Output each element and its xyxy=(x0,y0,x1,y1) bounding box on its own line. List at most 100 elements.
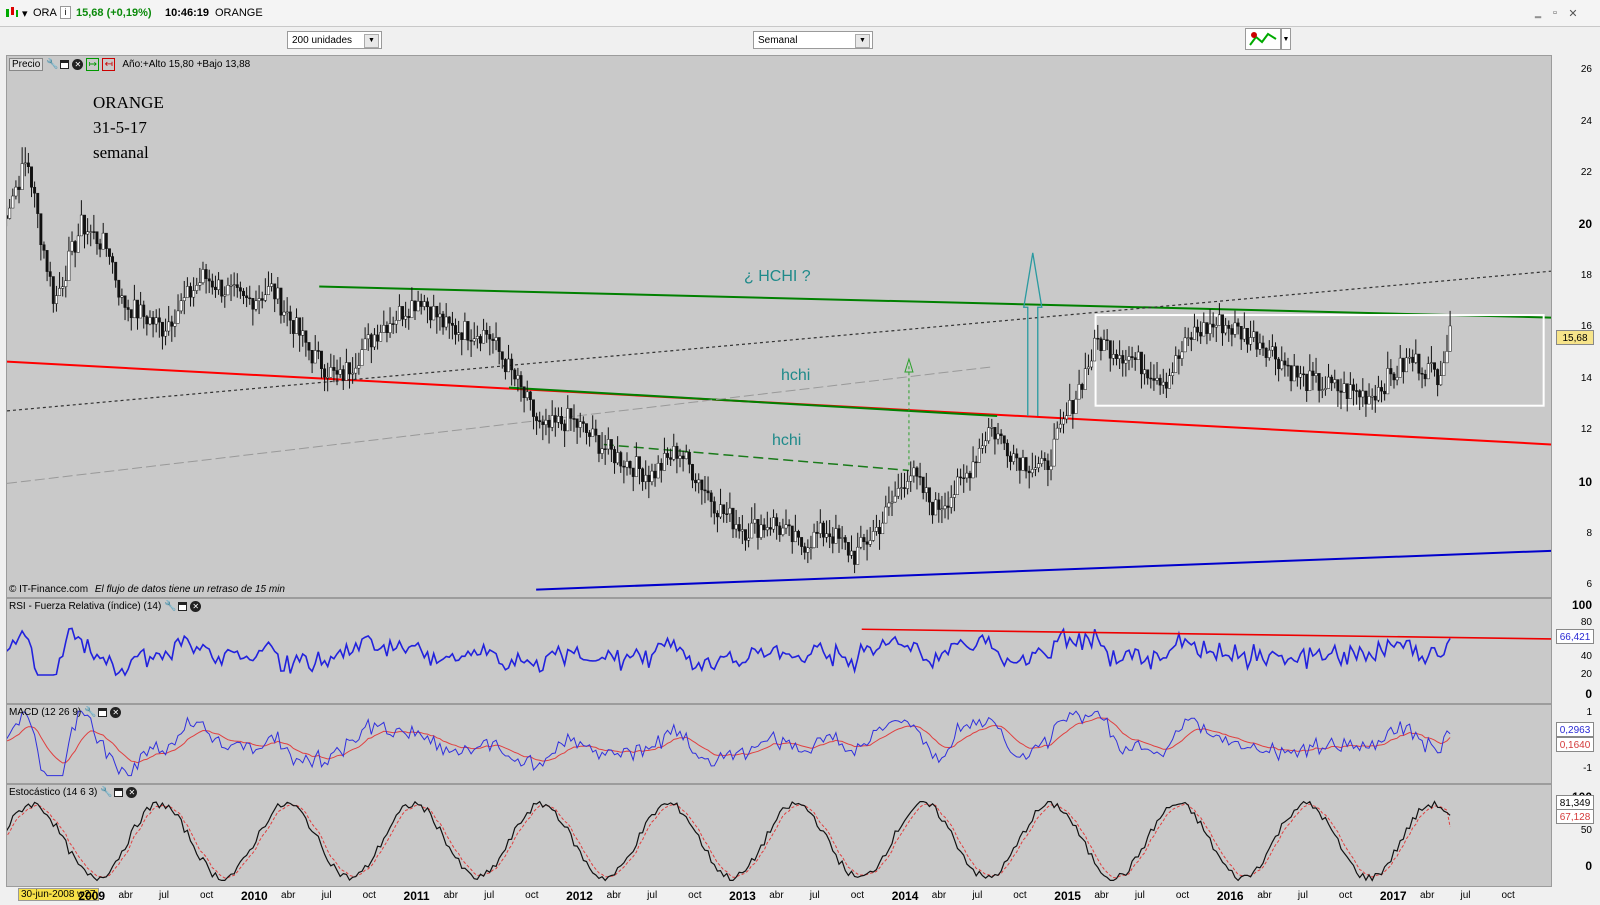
rsi-panel[interactable]: RSI - Fuerza Relativa (índice) (14) 🔧 ✕ xyxy=(6,598,1552,704)
candle-body xyxy=(1448,325,1452,352)
macd-chart[interactable] xyxy=(7,705,1552,784)
chevron-down-icon[interactable]: ▼ xyxy=(364,34,379,48)
candle-body xyxy=(731,507,735,530)
candle-body xyxy=(522,386,526,399)
candle-body xyxy=(937,499,941,510)
rsi-chart[interactable] xyxy=(7,599,1552,704)
time-axis-label: abr xyxy=(1257,890,1272,901)
candle-body xyxy=(11,195,15,209)
wrench-icon[interactable]: 🔧 xyxy=(100,787,112,798)
price-tick: 22 xyxy=(1580,167,1592,178)
candle-body xyxy=(1330,376,1334,384)
candle-body xyxy=(1401,357,1405,373)
time-axis-label: abr xyxy=(606,890,622,901)
remove-icon[interactable]: ↤ xyxy=(102,58,116,71)
candle-body xyxy=(909,475,913,482)
minimize-icon[interactable]: ‗ xyxy=(1531,7,1545,19)
candle-body xyxy=(45,250,49,272)
time-axis[interactable]: 30-jun-2008 w27 2009 abr jul oct 2010 abr jul o… xyxy=(6,887,1552,905)
stoch-panel[interactable]: Estocástico (14 6 3) 🔧 ✕ xyxy=(6,784,1552,887)
candle-body xyxy=(572,418,576,420)
price-chart[interactable] xyxy=(7,56,1552,598)
window-icon[interactable] xyxy=(98,708,108,717)
candle-body xyxy=(915,467,919,477)
candle-body xyxy=(1118,355,1122,359)
close-icon[interactable]: ✕ xyxy=(110,707,122,718)
wrench-icon[interactable]: 🔧 xyxy=(46,59,58,70)
candle-body xyxy=(1246,328,1249,345)
candle-body xyxy=(1270,346,1274,351)
candle-body xyxy=(563,423,567,432)
close-icon[interactable]: ✕ xyxy=(72,59,84,70)
price-panel[interactable]: Precio 🔧 ✕ ↦ ↤ Año:+Alto 15,80 +Bajo 13,… xyxy=(6,55,1552,598)
candle-body xyxy=(376,334,380,342)
macd-panel-header: MACD (12 26 9) 🔧 ✕ xyxy=(9,707,122,718)
wrench-icon[interactable]: 🔧 xyxy=(164,601,176,612)
drawing-tools-button[interactable] xyxy=(1245,28,1281,50)
time-axis-label: abr xyxy=(769,890,784,901)
name-label: ORANGE xyxy=(215,7,263,19)
drawing-tools-icon xyxy=(1247,30,1279,48)
candle-body xyxy=(260,298,264,301)
candle-body xyxy=(79,214,83,237)
close-icon[interactable]: ✕ xyxy=(190,601,202,612)
chevron-down-icon[interactable]: ▼ xyxy=(855,34,870,48)
candle-body xyxy=(918,476,922,478)
price-axis[interactable]: 26 24 22 20 18 16 14 12 10 8 6 xyxy=(1552,55,1600,598)
dropdown-icon[interactable]: ▾ xyxy=(22,7,28,20)
tools-dropdown-button[interactable]: ▼ xyxy=(1281,28,1291,50)
candle-body xyxy=(1233,322,1237,335)
candle-body xyxy=(1364,390,1368,405)
candle-body xyxy=(797,531,800,538)
candle-body xyxy=(541,421,545,425)
window-icon[interactable] xyxy=(60,60,70,69)
candle-body xyxy=(61,286,65,289)
candle-body xyxy=(859,537,863,548)
candle-body xyxy=(1111,354,1115,359)
stoch-d-tag: 67,128 xyxy=(1556,809,1594,824)
candle-body xyxy=(1105,339,1109,341)
macd-panel[interactable]: MACD (12 26 9) 🔧 ✕ xyxy=(6,704,1552,784)
candle-body xyxy=(235,284,239,288)
wrench-icon[interactable]: 🔧 xyxy=(84,707,96,718)
candle-body xyxy=(1186,337,1190,339)
candle-body xyxy=(160,321,164,337)
candle-body xyxy=(821,522,825,538)
candle-body xyxy=(1445,351,1449,364)
candle-body xyxy=(1242,328,1246,340)
rsi-axis[interactable]: 100 80 60 40 20 0 xyxy=(1552,598,1600,704)
candle-body xyxy=(553,415,557,423)
candle-body xyxy=(1398,357,1402,378)
candle-body xyxy=(429,306,433,321)
candle-body xyxy=(497,337,501,352)
window-icon[interactable] xyxy=(178,602,188,611)
time-axis-label: oct xyxy=(1175,890,1190,901)
candle-body xyxy=(725,513,729,515)
candle-body xyxy=(36,192,40,214)
candle-body xyxy=(740,529,744,532)
stoch-chart[interactable] xyxy=(7,785,1552,887)
candle-body xyxy=(578,421,582,428)
candle-body xyxy=(1180,351,1184,359)
close-icon[interactable]: ✕ xyxy=(1566,7,1580,20)
candle-body xyxy=(535,416,539,421)
window-icon[interactable] xyxy=(114,788,124,797)
close-icon[interactable]: ✕ xyxy=(126,787,138,798)
candle-body xyxy=(644,474,648,482)
units-select[interactable]: 200 unidades ▼ xyxy=(287,31,382,49)
maximize-icon[interactable]: ▫ xyxy=(1548,7,1562,19)
export-icon[interactable]: ↦ xyxy=(86,58,100,71)
chart-type-icon[interactable] xyxy=(5,5,19,19)
candle-body xyxy=(1277,358,1281,370)
candle-body xyxy=(410,300,414,318)
candle-body xyxy=(1015,453,1019,459)
candle-body xyxy=(104,232,108,249)
candle-body xyxy=(616,452,620,464)
info-icon[interactable]: i xyxy=(60,6,71,19)
candle-body xyxy=(413,300,417,312)
rsi-panel-header: RSI - Fuerza Relativa (índice) (14) 🔧 ✕ xyxy=(9,601,202,612)
candle-body xyxy=(1049,465,1053,470)
candle-body xyxy=(784,524,788,529)
candle-body xyxy=(463,321,467,340)
period-select[interactable]: Semanal ▼ xyxy=(753,31,873,49)
